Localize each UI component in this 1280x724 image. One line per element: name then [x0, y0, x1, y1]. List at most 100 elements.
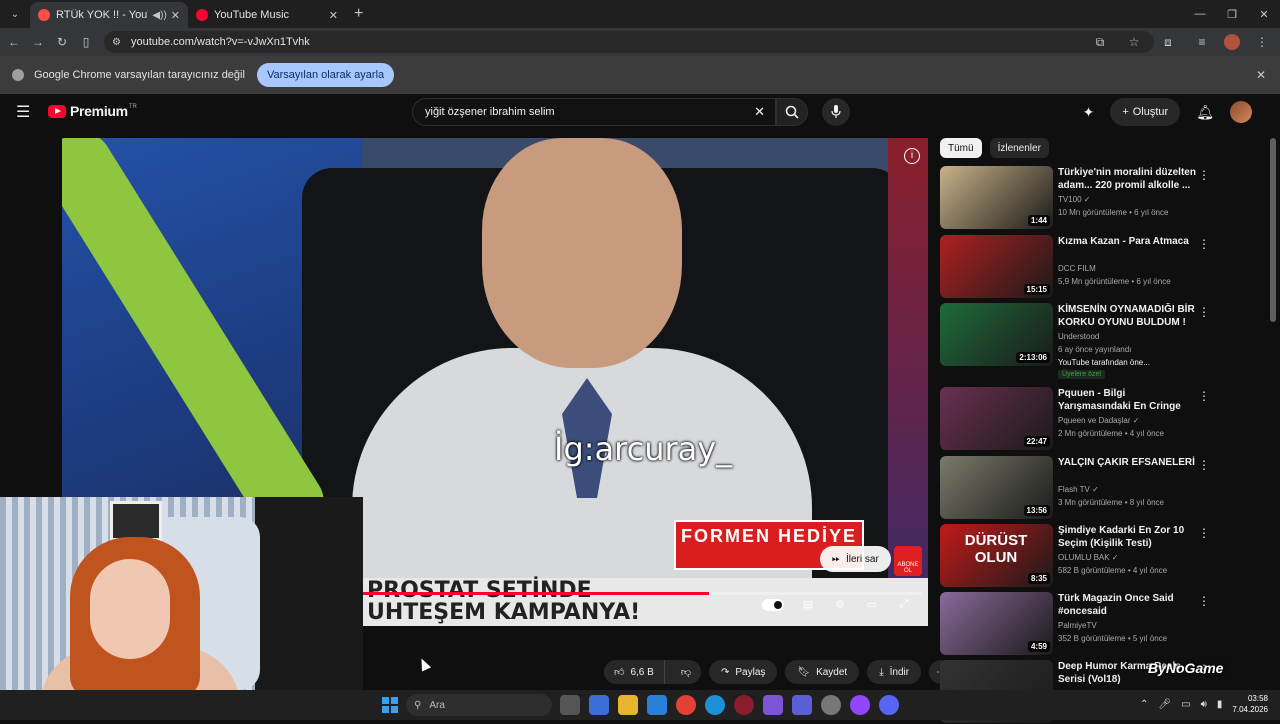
video-thumbnail[interactable]: DÜRÜST OLUN 8:35	[940, 524, 1053, 587]
page-scrollbar[interactable]	[1270, 138, 1276, 322]
audio-playing-icon[interactable]: ◀))	[152, 10, 166, 21]
tab-close-icon[interactable]: ✕	[171, 9, 180, 22]
obs-icon[interactable]	[850, 695, 870, 715]
video-title[interactable]: Pquuen - Bilgi Yarışmasındaki En Cringe …	[1058, 387, 1198, 413]
close-window-icon[interactable]: ✕	[1248, 8, 1280, 21]
discord-icon[interactable]	[879, 695, 899, 715]
shorts-gemini-icon[interactable]: ✦	[1083, 104, 1095, 121]
video-title[interactable]: YALÇIN ÇAKIR EFSANELERİ	[1058, 456, 1198, 469]
more-vert-icon[interactable]: ⋮	[1198, 168, 1210, 182]
windows-start-icon[interactable]	[382, 697, 398, 713]
extensions-icon[interactable]: ⧈	[1156, 35, 1180, 50]
channel-name[interactable]: Understood	[1058, 332, 1099, 341]
chrome-menu-icon[interactable]: ⋮	[1250, 35, 1274, 49]
video-title[interactable]: Şimdiye Kadarki En Zor 10 Seçim (Kişilik…	[1058, 524, 1198, 550]
more-vert-icon[interactable]: ⋮	[1198, 389, 1210, 403]
progress-bar[interactable]	[362, 592, 922, 595]
video-thumbnail[interactable]: 13:56	[940, 456, 1053, 519]
profile-avatar[interactable]	[1224, 34, 1240, 50]
more-vert-icon[interactable]: ⋮	[1198, 594, 1210, 608]
channel-name[interactable]: TV100 ✓	[1058, 195, 1091, 204]
video-thumbnail[interactable]: 15:15	[940, 235, 1053, 298]
forward-icon[interactable]: →	[26, 35, 50, 49]
recommended-video[interactable]: DÜRÜST OLUN 8:35 Şimdiye Kadarki En Zor 10…	[940, 524, 1270, 588]
tray-overflow-icon[interactable]: ⌃	[1140, 699, 1148, 710]
edge-icon[interactable]	[705, 695, 725, 715]
subtitles-icon[interactable]: ▤	[800, 598, 816, 612]
recommended-video[interactable]: 4:59 Türk Magazin Once Said #oncesaid Palm…	[940, 592, 1270, 656]
search-input[interactable]: yiğit özşener ibrahim selim ✕	[412, 98, 776, 126]
task-view-icon[interactable]	[560, 695, 580, 715]
minimize-icon[interactable]: —	[1184, 8, 1216, 20]
opera-icon[interactable]	[734, 695, 754, 715]
tab-close-icon[interactable]: ✕	[329, 9, 338, 22]
subscribe-watermark[interactable]: ABONE OL	[894, 546, 922, 576]
video-thumbnail[interactable]: 22:47	[940, 387, 1053, 450]
fullscreen-icon[interactable]: ⤢	[896, 598, 912, 612]
save-button[interactable]: 🔖︎ Kaydet	[785, 660, 860, 684]
create-button[interactable]: + Oluştur	[1110, 98, 1181, 126]
network-icon[interactable]: ▭	[1181, 699, 1190, 710]
settings-gear-icon[interactable]: ⚙	[832, 598, 848, 612]
channel-name[interactable]: DCC FILM	[1058, 264, 1096, 273]
site-info-icon[interactable]: ⚙	[112, 37, 121, 48]
file-explorer-icon[interactable]	[618, 695, 638, 715]
clear-search-icon[interactable]: ✕	[754, 104, 765, 120]
more-vert-icon[interactable]: ⋮	[1198, 237, 1210, 251]
install-app-icon[interactable]: ⧉	[1088, 35, 1112, 50]
mic-tray-icon[interactable]: 🎤︎	[1158, 699, 1171, 710]
youtube-premium-logo[interactable]: Premium TR	[48, 103, 137, 119]
channel-name[interactable]: Flash TV ✓	[1058, 485, 1099, 494]
more-vert-icon[interactable]: ⋮	[1198, 458, 1210, 472]
recommended-video[interactable]: 15:15 Kızma Kazan - Para Atmaca DCC FILM 5,…	[940, 235, 1270, 299]
video-title[interactable]: KİMSENİN OYNAMADIĞI BİR KORKU OYUNU BULD…	[1058, 303, 1198, 329]
info-icon[interactable]: i	[904, 148, 920, 164]
restore-icon[interactable]: ❐	[1216, 8, 1248, 21]
store-icon[interactable]	[589, 695, 609, 715]
autoplay-toggle[interactable]	[762, 599, 784, 611]
volume-icon[interactable]: 🔊︎	[1201, 699, 1207, 710]
account-avatar[interactable]	[1230, 101, 1252, 123]
teams-icon[interactable]	[792, 695, 812, 715]
new-tab-icon[interactable]: +	[354, 5, 363, 23]
taskbar-search[interactable]: ⚲ Ara	[406, 694, 552, 716]
settings-app-icon[interactable]	[821, 695, 841, 715]
copilot-icon[interactable]	[763, 695, 783, 715]
like-button[interactable]: 👍︎ 6,6 B	[604, 660, 665, 684]
chip-watched[interactable]: İzlenenler	[989, 138, 1049, 158]
media-controls-icon[interactable]: ≡	[1190, 35, 1214, 49]
skip-forward-button[interactable]: ⏩︎ İleri sar	[820, 546, 891, 572]
more-vert-icon[interactable]: ⋮	[1198, 305, 1210, 319]
share-button[interactable]: ↷ Paylaş	[708, 660, 778, 684]
infobar-close-icon[interactable]: ✕	[1256, 68, 1266, 82]
channel-name[interactable]: Pqueen ve Dadaşlar ✓	[1058, 416, 1139, 425]
tab-youtube-music[interactable]: YouTube Music ✕	[188, 2, 346, 28]
recommended-video[interactable]: 1:44 Türkiye'nin moralini düzelten adam..…	[940, 166, 1270, 230]
miniplayer-icon[interactable]: ▭	[864, 598, 880, 612]
video-thumbnail[interactable]: 2:13:06	[940, 303, 1053, 366]
tab-search-icon[interactable]: ⌄	[4, 3, 26, 25]
voice-search-button[interactable]	[822, 98, 850, 126]
reload-icon[interactable]: ↻	[50, 35, 74, 49]
video-thumbnail[interactable]: 1:44	[940, 166, 1053, 229]
menu-hamburger-icon[interactable]: ☰	[16, 102, 30, 122]
recommended-video[interactable]: 22:47 Pquuen - Bilgi Yarışmasındaki En Cr…	[940, 387, 1270, 451]
chrome-taskbar-icon[interactable]	[676, 695, 696, 715]
outlook-icon[interactable]	[647, 695, 667, 715]
back-icon[interactable]: ←	[2, 35, 26, 49]
battery-icon[interactable]: ▮	[1217, 699, 1223, 710]
more-vert-icon[interactable]: ⋮	[1198, 526, 1210, 540]
set-default-button[interactable]: Varsayılan olarak ayarla	[256, 63, 395, 87]
video-title[interactable]: Kızma Kazan - Para Atmaca	[1058, 235, 1198, 248]
address-bar[interactable]: ⚙ youtube.com/watch?v=-vJwXn1Tvhk	[104, 31, 1154, 53]
download-button[interactable]: ⤓ İndir	[867, 660, 922, 684]
tab-youtube-video[interactable]: RTÜk YOK !! - YouTube ◀)) ✕	[30, 2, 188, 28]
split-view-icon[interactable]: ▯	[74, 35, 98, 49]
notifications-bell-icon[interactable]: 🔔︎	[1196, 104, 1214, 121]
video-thumbnail[interactable]: 4:59	[940, 592, 1053, 655]
video-title[interactable]: Türk Magazin Once Said #oncesaid	[1058, 592, 1198, 618]
search-button[interactable]	[776, 98, 808, 126]
recommended-video[interactable]: 13:56 YALÇIN ÇAKIR EFSANELERİ Flash TV ✓ 3 …	[940, 456, 1270, 520]
taskbar-clock[interactable]: 03:58 7.04.2026	[1232, 693, 1268, 715]
chip-all[interactable]: Tümü	[940, 138, 982, 158]
